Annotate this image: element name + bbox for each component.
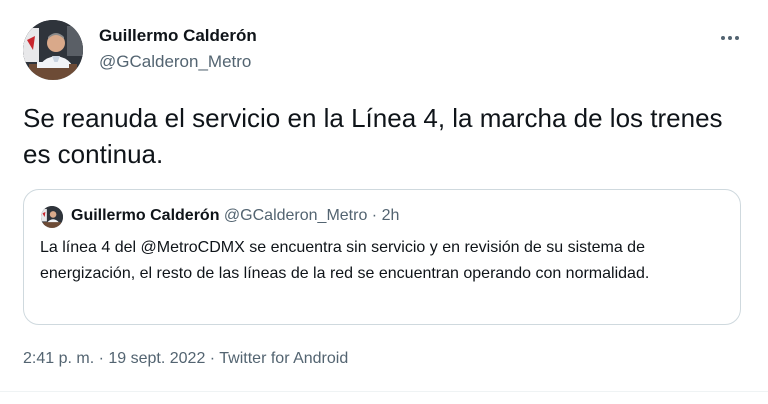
- quoted-tweet[interactable]: Guillermo Calderón @GCalderon_Metro · 2h…: [23, 189, 741, 325]
- more-dots-icon: [721, 36, 725, 40]
- quoted-tweet-text: La línea 4 del @MetroCDMX se encuentra s…: [40, 239, 650, 282]
- quoted-tweet-header: Guillermo Calderón @GCalderon_Metro · 2h: [71, 207, 399, 225]
- separator: ·: [367, 207, 382, 224]
- separator: ·: [205, 350, 220, 367]
- author-avatar[interactable]: [23, 20, 83, 80]
- author-name[interactable]: Guillermo Calderón: [99, 26, 257, 46]
- tweet-card: Guillermo Calderón @GCalderon_Metro Se r…: [0, 0, 768, 404]
- tweet-time-link[interactable]: 2:41 p. m.: [23, 350, 94, 367]
- avatar-photo: [41, 206, 63, 228]
- divider: [0, 391, 768, 392]
- quoted-author-handle[interactable]: @GCalderon_Metro: [224, 207, 367, 224]
- tweet-source-link[interactable]: Twitter for Android: [219, 350, 348, 367]
- separator: ·: [94, 350, 109, 367]
- quoted-author-avatar[interactable]: [41, 206, 63, 228]
- quoted-author-name[interactable]: Guillermo Calderón: [71, 207, 219, 224]
- tweet-date-link[interactable]: 19 sept. 2022: [108, 350, 205, 367]
- avatar-photo: [23, 20, 83, 80]
- author-handle[interactable]: @GCalderon_Metro: [99, 52, 251, 72]
- tweet-metadata: 2:41 p. m. · 19 sept. 2022 · Twitter for…: [23, 350, 348, 368]
- more-options-button[interactable]: [716, 26, 744, 50]
- quoted-tweet-time[interactable]: 2h: [382, 207, 400, 224]
- tweet-text: Se reanuda el servicio en la Línea 4, la…: [23, 103, 723, 169]
